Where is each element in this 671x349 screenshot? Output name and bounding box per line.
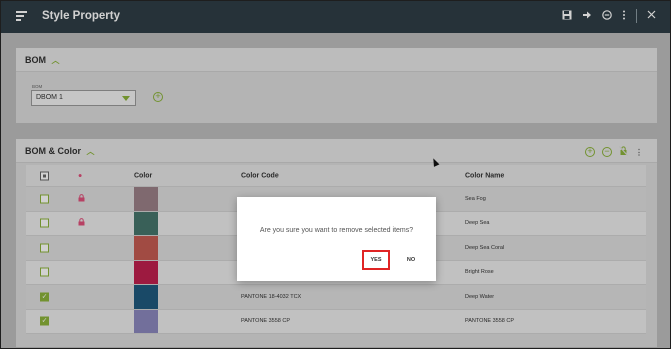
no-button[interactable]: NO [397, 250, 425, 270]
confirm-message: Are you sure you want to remove selected… [259, 227, 414, 234]
modal-overlay [1, 1, 670, 348]
yes-button[interactable]: YES [362, 250, 390, 270]
confirm-dialog: Are you sure you want to remove selected… [237, 197, 436, 281]
style-property-window: Style Property BOM ︿ BOM DBOM 1 + BOM & … [1, 1, 670, 348]
